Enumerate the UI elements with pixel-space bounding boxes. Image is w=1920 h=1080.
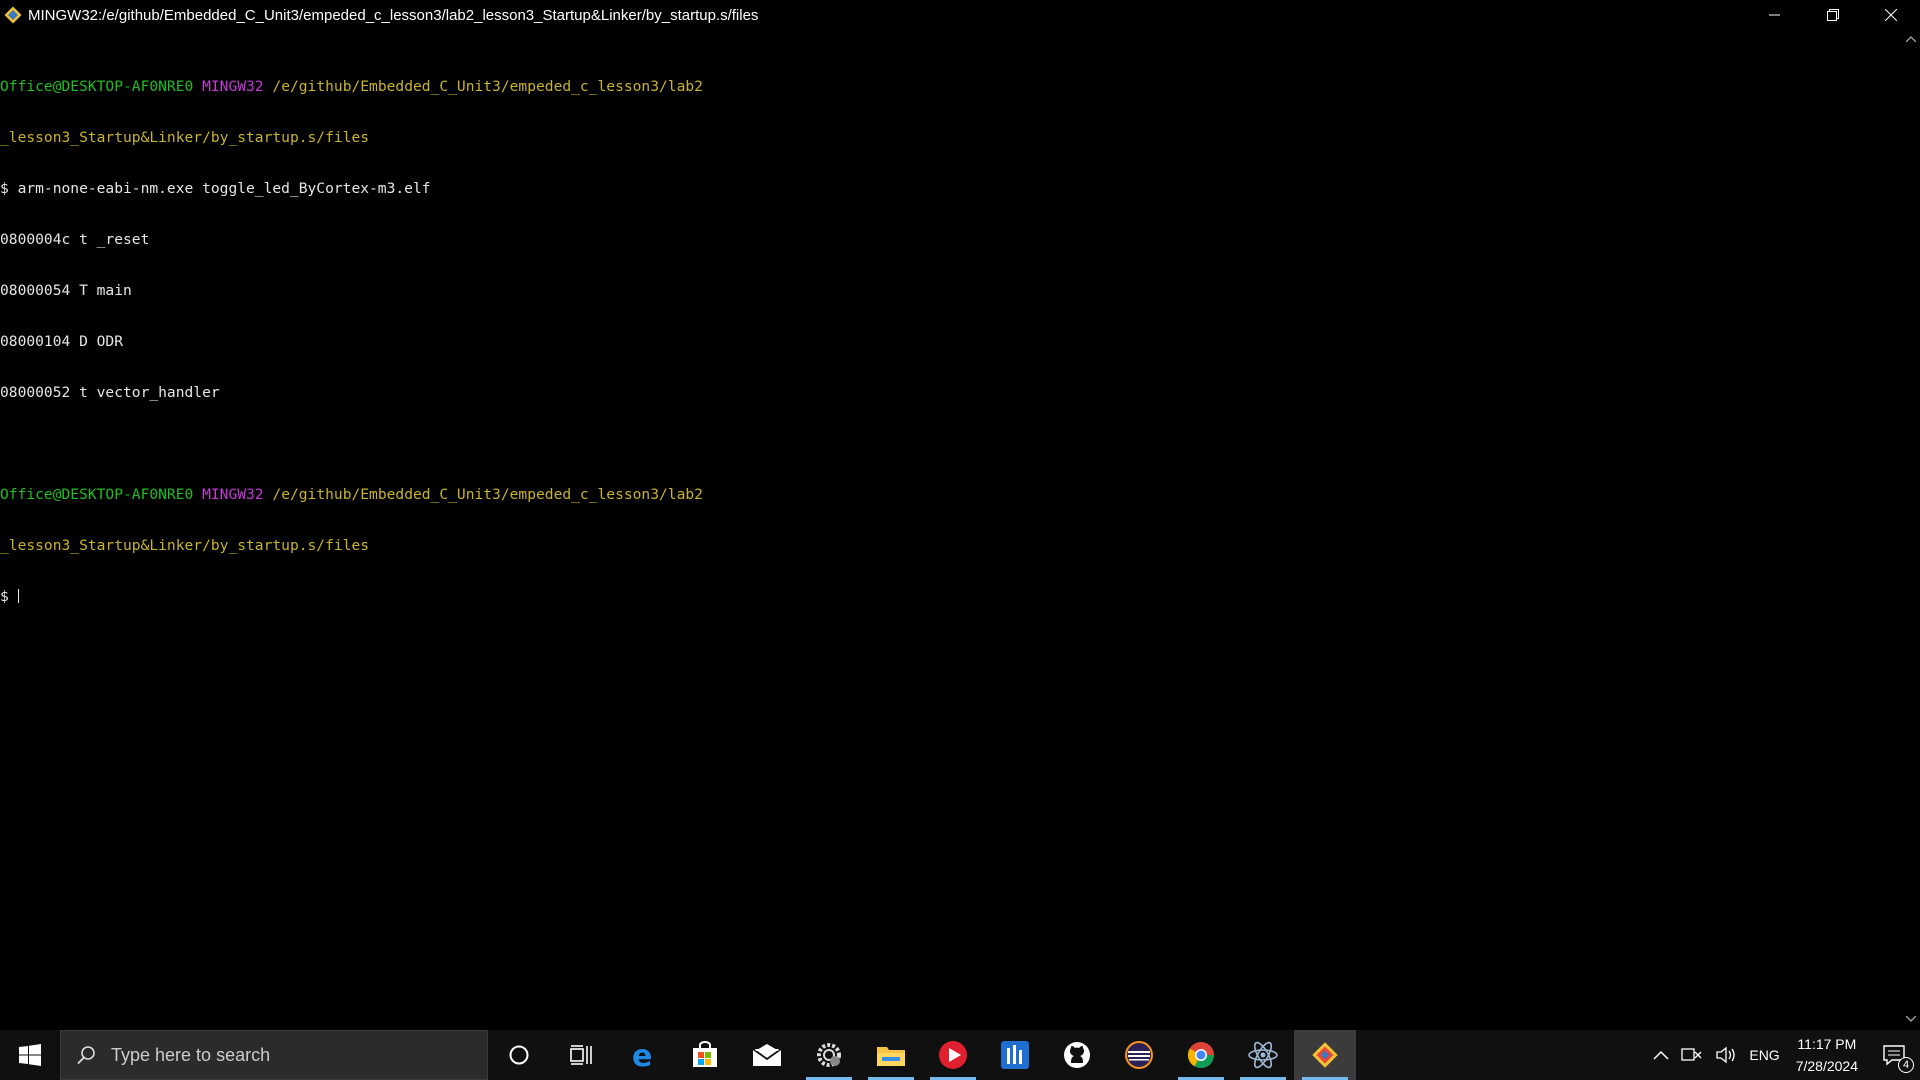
- window-title: MINGW32:/e/github/Embedded_C_Unit3/emped…: [28, 6, 759, 24]
- show-hidden-icons-icon[interactable]: [1647, 1030, 1675, 1080]
- search-placeholder: Type here to search: [111, 1044, 271, 1065]
- close-button[interactable]: [1862, 0, 1920, 30]
- minimize-icon: [1769, 14, 1780, 16]
- restore-button[interactable]: [1804, 0, 1862, 30]
- task-view-icon[interactable]: [550, 1030, 612, 1080]
- network-icon[interactable]: [1675, 1030, 1709, 1080]
- prompt-path-continued: _lesson3_Startup&Linker/by_startup.s/fil…: [0, 129, 370, 146]
- text-cursor: [17, 589, 19, 603]
- prompt-line: Office@DESKTOP-AF0NRE0 MINGW32 /e/github…: [0, 78, 1896, 95]
- output-line: 0800004c t _reset: [0, 231, 150, 248]
- current-prompt: $: [0, 588, 18, 605]
- restore-icon: [1827, 9, 1839, 21]
- settings-gear-icon[interactable]: [798, 1030, 860, 1080]
- clock-time: 11:17 PM: [1797, 1036, 1857, 1052]
- start-button[interactable]: [0, 1030, 60, 1080]
- eclipse-icon[interactable]: [1108, 1030, 1170, 1080]
- prompt-path-continued: _lesson3_Startup&Linker/by_startup.s/fil…: [0, 537, 370, 554]
- window-titlebar: MINGW32:/e/github/Embedded_C_Unit3/emped…: [0, 0, 1920, 30]
- taskbar: Type here to search e ENG 11:17 PM 7/28/…: [0, 1030, 1920, 1080]
- scroll-up-icon[interactable]: [1902, 30, 1920, 48]
- atom-icon[interactable]: [1232, 1030, 1294, 1080]
- vertical-scrollbar[interactable]: [1902, 30, 1920, 1028]
- media-player-icon[interactable]: [922, 1030, 984, 1080]
- output-line: 08000104 D ODR: [0, 333, 124, 350]
- clock[interactable]: 11:17 PM 7/28/2024: [1786, 1033, 1868, 1077]
- output-line: 08000052 t vector_handler: [0, 384, 220, 401]
- output-line: 08000054 T main: [0, 282, 132, 299]
- prompt-line: Office@DESKTOP-AF0NRE0 MINGW32 /e/github…: [0, 486, 1896, 503]
- input-line[interactable]: $: [0, 588, 1896, 605]
- edge-icon[interactable]: e: [612, 1030, 674, 1080]
- store-icon[interactable]: [674, 1030, 736, 1080]
- prompt-env: MINGW32: [202, 486, 264, 503]
- volume-icon[interactable]: [1709, 1030, 1743, 1080]
- close-icon: [1885, 9, 1897, 21]
- svg-text:e: e: [632, 1041, 652, 1069]
- prompt-path: /e/github/Embedded_C_Unit3/empeded_c_les…: [272, 78, 703, 95]
- taskbar-search[interactable]: Type here to search: [60, 1030, 488, 1080]
- command-line: $ arm-none-eabi-nm.exe toggle_led_ByCort…: [0, 180, 431, 197]
- search-icon: [61, 1045, 111, 1065]
- cortana-icon[interactable]: [488, 1030, 550, 1080]
- git-bash-icon[interactable]: [1294, 1030, 1356, 1080]
- terminal-output[interactable]: Office@DESKTOP-AF0NRE0 MINGW32 /e/github…: [0, 44, 1896, 1024]
- file-explorer-icon[interactable]: [860, 1030, 922, 1080]
- equalizer-app-icon[interactable]: [984, 1030, 1046, 1080]
- prompt-env: MINGW32: [202, 78, 264, 95]
- github-icon[interactable]: [1046, 1030, 1108, 1080]
- windows-icon: [19, 1044, 41, 1066]
- prompt-path: /e/github/Embedded_C_Unit3/empeded_c_les…: [272, 486, 703, 503]
- prompt-user: Office@DESKTOP-AF0NRE0: [0, 78, 194, 95]
- scroll-down-icon[interactable]: [1902, 1010, 1920, 1028]
- action-center-button[interactable]: 4: [1868, 1030, 1920, 1080]
- mail-icon[interactable]: [736, 1030, 798, 1080]
- clock-date: 7/28/2024: [1795, 1058, 1858, 1074]
- chrome-icon[interactable]: [1170, 1030, 1232, 1080]
- prompt-user: Office@DESKTOP-AF0NRE0: [0, 486, 194, 503]
- system-tray: ENG 11:17 PM 7/28/2024 4: [1647, 1030, 1920, 1080]
- notification-count: 4: [1898, 1057, 1914, 1073]
- language-indicator[interactable]: ENG: [1743, 1030, 1785, 1080]
- minimize-button[interactable]: [1746, 0, 1804, 30]
- git-bash-icon: [2, 4, 24, 26]
